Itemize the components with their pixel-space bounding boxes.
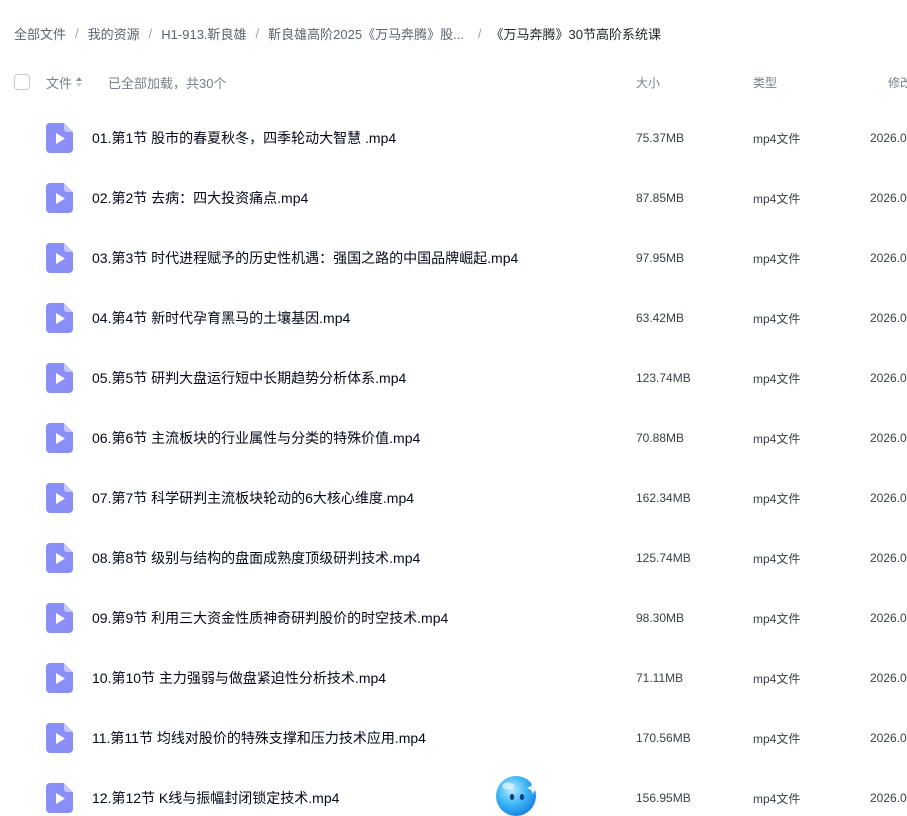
file-name[interactable]: 11.第11节 均线对股价的特殊支撑和压力技术应用.mp4 xyxy=(92,708,426,768)
file-size: 63.42MB xyxy=(636,311,685,325)
ai-assistant-icon[interactable] xyxy=(493,772,541,816)
breadcrumb-separator: / xyxy=(477,25,482,41)
file-modified-date: 2026.0 xyxy=(870,191,907,205)
file-size: 162.34MB xyxy=(636,491,691,505)
breadcrumb-separator: / xyxy=(148,25,153,41)
breadcrumb: 全部文件 / 我的资源 / H1-913.靳良雄 / 靳良雄高阶2025《万马奔… xyxy=(14,22,661,44)
video-file-icon xyxy=(46,303,73,333)
file-size: 75.37MB xyxy=(636,131,685,145)
file-size: 98.30MB xyxy=(636,611,685,625)
file-row[interactable]: 06.第6节 主流板块的行业属性与分类的特殊价值.mp4 70.88MB mp4文件… xyxy=(0,408,907,468)
video-file-icon xyxy=(46,123,73,153)
video-file-icon xyxy=(46,423,73,453)
file-name[interactable]: 04.第4节 新时代孕育黑马的土壤基因.mp4 xyxy=(92,288,350,348)
video-file-icon xyxy=(46,723,73,753)
file-modified-date: 2026.0 xyxy=(870,731,907,745)
select-all-checkbox[interactable] xyxy=(14,74,30,90)
video-file-icon xyxy=(46,243,73,273)
file-size: 170.56MB xyxy=(636,731,691,745)
file-list-header: 文件 已全部加载，共30个 大小 类型 修改 xyxy=(0,62,907,102)
file-type: mp4文件 xyxy=(753,731,801,746)
column-header-modified[interactable]: 修改 xyxy=(888,62,907,102)
file-size: 87.85MB xyxy=(636,191,685,205)
video-file-icon xyxy=(46,663,73,693)
file-name[interactable]: 09.第9节 利用三大资金性质神奇研判股价的时空技术.mp4 xyxy=(92,588,448,648)
file-type: mp4文件 xyxy=(753,311,801,326)
video-file-icon xyxy=(46,363,73,393)
video-file-icon xyxy=(46,543,73,573)
file-row[interactable]: 04.第4节 新时代孕育黑马的土壤基因.mp4 63.42MB mp4文件 2026.… xyxy=(0,288,907,348)
file-type: mp4文件 xyxy=(753,491,801,506)
file-name[interactable]: 02.第2节 去病：四大投资痛点.mp4 xyxy=(92,168,308,228)
breadcrumb-current-folder: 《万马奔腾》30节高阶系统课 xyxy=(490,26,662,42)
file-name[interactable]: 01.第1节 股市的春夏秋冬，四季轮动大智慧 .mp4 xyxy=(92,108,396,168)
sort-icon[interactable] xyxy=(75,76,83,88)
file-modified-date: 2026.0 xyxy=(870,251,907,265)
file-type: mp4文件 xyxy=(753,791,801,806)
column-header-size[interactable]: 大小 xyxy=(636,62,660,102)
breadcrumb-folder-course[interactable]: 靳良雄高阶2025《万马奔腾》股... xyxy=(268,24,464,43)
file-size: 123.74MB xyxy=(636,371,691,385)
column-header-type[interactable]: 类型 xyxy=(753,62,777,102)
file-row[interactable]: 12.第12节 K线与振幅封闭锁定技术.mp4 156.95MB mp4文件 2026… xyxy=(0,768,907,816)
file-name[interactable]: 12.第12节 K线与振幅封闭锁定技术.mp4 xyxy=(92,768,339,816)
load-status: 已全部加载，共30个 xyxy=(108,75,227,91)
column-header-file[interactable]: 文件 xyxy=(46,62,83,102)
breadcrumb-all-files[interactable]: 全部文件 xyxy=(14,24,66,43)
breadcrumb-my-resources[interactable]: 我的资源 xyxy=(88,24,140,43)
file-type: mp4文件 xyxy=(753,191,801,206)
file-name[interactable]: 03.第3节 时代进程赋予的历史性机遇：强国之路的中国品牌崛起.mp4 xyxy=(92,228,518,288)
file-row[interactable]: 10.第10节 主力强弱与做盘紧迫性分析技术.mp4 71.11MB mp4文件 20… xyxy=(0,648,907,708)
file-modified-date: 2026.0 xyxy=(870,431,907,445)
select-all-cell xyxy=(14,62,30,102)
file-size: 70.88MB xyxy=(636,431,685,445)
file-browser: 全部文件 / 我的资源 / H1-913.靳良雄 / 靳良雄高阶2025《万马奔… xyxy=(0,0,907,816)
file-row[interactable]: 08.第8节 级别与结构的盘面成熟度顶级研判技术.mp4 125.74MB mp4文… xyxy=(0,528,907,588)
file-row[interactable]: 01.第1节 股市的春夏秋冬，四季轮动大智慧 .mp4 75.37MB mp4文件 2… xyxy=(0,108,907,168)
file-list: 01.第1节 股市的春夏秋冬，四季轮动大智慧 .mp4 75.37MB mp4文件 2… xyxy=(0,108,907,816)
file-name[interactable]: 10.第10节 主力强弱与做盘紧迫性分析技术.mp4 xyxy=(92,648,386,708)
file-size: 71.11MB xyxy=(636,671,684,685)
file-modified-date: 2026.0 xyxy=(870,371,907,385)
breadcrumb-folder-h1-913[interactable]: H1-913.靳良雄 xyxy=(161,24,246,43)
file-modified-date: 2026.0 xyxy=(870,311,907,325)
file-row[interactable]: 02.第2节 去病：四大投资痛点.mp4 87.85MB mp4文件 2026.0 xyxy=(0,168,907,228)
file-row[interactable]: 07.第7节 科学研判主流板块轮动的6大核心维度.mp4 162.34MB mp4文… xyxy=(0,468,907,528)
file-row[interactable]: 11.第11节 均线对股价的特殊支撑和压力技术应用.mp4 170.56MB mp4… xyxy=(0,708,907,768)
file-size: 156.95MB xyxy=(636,791,691,805)
file-type: mp4文件 xyxy=(753,611,801,626)
file-modified-date: 2026.0 xyxy=(870,791,907,805)
video-file-icon xyxy=(46,483,73,513)
column-header-file-label: 文件 xyxy=(46,75,73,91)
file-row[interactable]: 05.第5节 研判大盘运行短中长期趋势分析体系.mp4 123.74MB mp4文件… xyxy=(0,348,907,408)
file-type: mp4文件 xyxy=(753,251,801,266)
file-type: mp4文件 xyxy=(753,131,801,146)
video-file-icon xyxy=(46,183,73,213)
file-modified-date: 2026.0 xyxy=(870,671,907,685)
file-row[interactable]: 09.第9节 利用三大资金性质神奇研判股价的时空技术.mp4 98.30MB mp4… xyxy=(0,588,907,648)
breadcrumb-separator: / xyxy=(75,25,79,41)
breadcrumb-separator: / xyxy=(255,25,260,41)
file-type: mp4文件 xyxy=(753,431,801,446)
file-modified-date: 2026.0 xyxy=(870,611,907,625)
video-file-icon xyxy=(46,783,73,813)
file-size: 97.95MB xyxy=(636,251,685,265)
file-modified-date: 2026.0 xyxy=(870,551,907,565)
file-name[interactable]: 06.第6节 主流板块的行业属性与分类的特殊价值.mp4 xyxy=(92,408,420,468)
file-size: 125.74MB xyxy=(636,551,691,565)
video-file-icon xyxy=(46,603,73,633)
file-row[interactable]: 03.第3节 时代进程赋予的历史性机遇：强国之路的中国品牌崛起.mp4 97.95… xyxy=(0,228,907,288)
file-name[interactable]: 08.第8节 级别与结构的盘面成熟度顶级研判技术.mp4 xyxy=(92,528,420,588)
file-modified-date: 2026.0 xyxy=(870,491,907,505)
file-type: mp4文件 xyxy=(753,551,801,566)
file-name[interactable]: 05.第5节 研判大盘运行短中长期趋势分析体系.mp4 xyxy=(92,348,406,408)
file-type: mp4文件 xyxy=(753,671,801,686)
file-modified-date: 2026.0 xyxy=(870,131,907,145)
file-type: mp4文件 xyxy=(753,371,801,386)
file-name[interactable]: 07.第7节 科学研判主流板块轮动的6大核心维度.mp4 xyxy=(92,468,414,528)
